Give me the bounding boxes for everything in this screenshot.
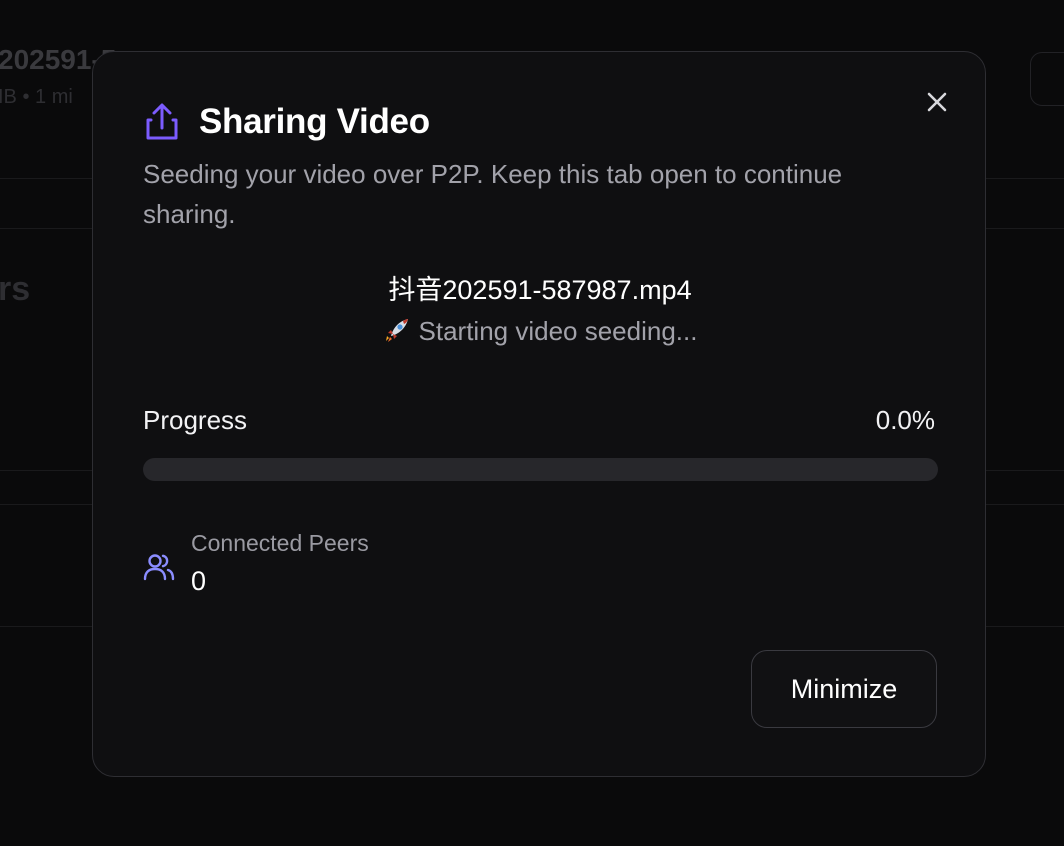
seeding-status: Starting video seeding...: [93, 316, 987, 351]
connected-peers-count: 0: [191, 566, 207, 596]
status-text: Starting video seeding...: [418, 316, 698, 346]
dialog-header: Sharing Video: [143, 102, 430, 142]
background-file-meta: IB • 1 mi: [0, 86, 73, 108]
dialog-description: Seeding your video over P2P. Keep this t…: [143, 159, 843, 229]
users-icon: [143, 552, 175, 582]
progress-label: Progress: [143, 405, 248, 435]
background-button: [1030, 52, 1064, 106]
close-icon: [927, 92, 947, 112]
background-section-heading: rs: [0, 270, 31, 308]
sharing-video-dialog: Sharing Video Seeding your video over P2…: [92, 51, 986, 777]
close-button[interactable]: [921, 86, 953, 118]
progress-percentage: 0.0%: [875, 405, 935, 435]
file-name: 抖音202591-587987.mp4: [388, 275, 692, 305]
rocket-icon: [383, 316, 411, 351]
connected-peers-label: Connected Peers: [191, 530, 369, 556]
progress-bar: [143, 458, 938, 481]
share-upload-icon: [143, 102, 181, 142]
dialog-title: Sharing Video: [199, 102, 430, 141]
minimize-button[interactable]: Minimize: [751, 650, 937, 728]
